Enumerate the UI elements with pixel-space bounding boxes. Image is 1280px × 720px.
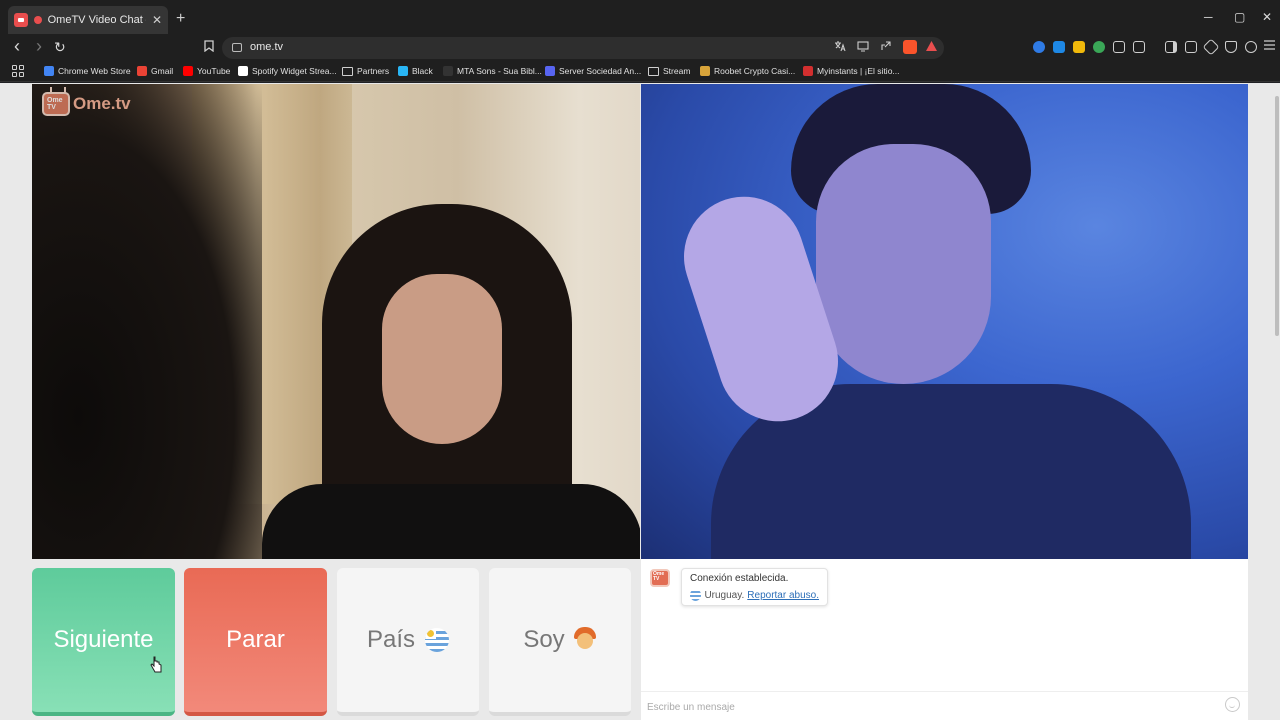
binance-extension-icon[interactable] bbox=[1073, 41, 1085, 53]
back-button[interactable]: ‹ bbox=[14, 36, 20, 57]
partner-country: Uruguay. bbox=[704, 589, 745, 601]
message-input[interactable] bbox=[647, 698, 1207, 716]
extension-3-icon[interactable] bbox=[1093, 41, 1105, 53]
bookmark-favicon-icon bbox=[398, 66, 408, 76]
bookmark-label: Chrome Web Store bbox=[58, 66, 131, 76]
bookmark-label: Myinstants | ¡El sitio... bbox=[817, 66, 900, 76]
recording-indicator-icon bbox=[33, 16, 42, 24]
bookmark-label: Roobet Crypto Casi... bbox=[714, 66, 796, 76]
bookmark-favicon-icon bbox=[183, 66, 193, 76]
extensions-puzzle-icon[interactable] bbox=[1113, 41, 1125, 53]
menu-icon[interactable] bbox=[1264, 39, 1275, 54]
bookmark-item[interactable]: Stream bbox=[648, 66, 690, 76]
bookmark-label: Black bbox=[412, 66, 433, 76]
bookmark-item[interactable]: Chrome Web Store bbox=[44, 66, 131, 76]
uruguay-flag-icon bbox=[425, 628, 450, 652]
bookmark-label: Stream bbox=[663, 66, 691, 76]
tab-strip: OmeTV Video Chat — Omegl ✕ + ─ ▢ ✕ bbox=[0, 0, 1280, 36]
bookmark-item[interactable]: Spotify Widget Strea... bbox=[238, 66, 337, 76]
translate-icon[interactable] bbox=[834, 40, 846, 55]
new-tab-button[interactable]: + bbox=[176, 10, 185, 28]
bookmark-item[interactable]: Roobet Crypto Casi... bbox=[700, 66, 795, 76]
gender-select-button[interactable]: Soy bbox=[489, 568, 631, 716]
tv-logo-icon: Ome TV bbox=[42, 92, 70, 116]
bookmark-item[interactable]: MTA Sons - Sua Bibl... bbox=[443, 66, 542, 76]
bookmark-favicon-icon bbox=[803, 66, 813, 76]
bookmark-label: Server Sociedad An... bbox=[559, 66, 642, 76]
site-info-icon[interactable] bbox=[232, 43, 242, 52]
system-message: Conexión establecida. Uruguay. Reportar … bbox=[681, 568, 828, 606]
close-tab-icon[interactable]: ✕ bbox=[152, 13, 162, 27]
bookmark-icon[interactable] bbox=[204, 40, 214, 55]
brave-rewards-icon[interactable] bbox=[925, 40, 938, 55]
bookmark-label: Partners bbox=[357, 66, 390, 76]
bookmark-label: MTA Sons - Sua Bibl... bbox=[457, 66, 542, 76]
ometv-favicon-icon bbox=[14, 13, 28, 27]
minimize-button[interactable]: ─ bbox=[1204, 10, 1213, 24]
logo-text: Ome.tv bbox=[73, 94, 131, 113]
own-camera-video bbox=[32, 84, 640, 559]
bookmark-item[interactable]: Black bbox=[398, 66, 433, 76]
emoji-picker-icon[interactable] bbox=[1225, 697, 1240, 712]
next-button[interactable]: Siguiente bbox=[32, 568, 175, 716]
report-abuse-link[interactable]: Reportar abuso. bbox=[747, 590, 819, 601]
country-button-label: País bbox=[366, 626, 416, 653]
address-url: ome.tv bbox=[250, 41, 284, 53]
leo-ai-icon[interactable] bbox=[1202, 38, 1220, 56]
ometv-logo: Ome TV Ome.tv bbox=[42, 92, 131, 116]
profile-icon[interactable] bbox=[1245, 41, 1257, 53]
bookmark-item[interactable]: Partners bbox=[342, 66, 389, 76]
male-avatar-icon bbox=[573, 627, 597, 653]
stop-button-label: Parar bbox=[226, 626, 285, 653]
mouse-pointer-icon bbox=[150, 656, 162, 673]
bookmark-favicon-icon bbox=[238, 66, 248, 76]
bookmark-label: YouTube bbox=[197, 66, 231, 76]
close-window-button[interactable]: ✕ bbox=[1262, 10, 1272, 24]
forward-button[interactable]: › bbox=[36, 36, 42, 57]
share-icon[interactable] bbox=[880, 40, 892, 55]
partner-video bbox=[641, 84, 1248, 559]
bookmark-favicon-icon bbox=[443, 66, 453, 76]
folder-icon bbox=[648, 66, 659, 76]
reload-button[interactable]: ↻ bbox=[54, 39, 66, 56]
next-button-label: Siguiente bbox=[53, 626, 154, 653]
extension-4-icon[interactable] bbox=[1133, 41, 1145, 53]
bookmark-favicon-icon bbox=[545, 66, 555, 76]
maximize-button[interactable]: ▢ bbox=[1234, 10, 1245, 24]
bookmark-favicon-icon bbox=[44, 66, 54, 76]
bookmark-item[interactable]: Server Sociedad An... bbox=[545, 66, 641, 76]
scrollbar-thumb[interactable] bbox=[1275, 96, 1279, 336]
apps-grid-icon[interactable] bbox=[12, 65, 24, 77]
wallet-icon[interactable] bbox=[1185, 41, 1197, 53]
bookmark-favicon-icon bbox=[700, 66, 710, 76]
sidebar-toggle-icon[interactable] bbox=[1165, 41, 1177, 53]
browser-tab[interactable]: OmeTV Video Chat — Omegl ✕ bbox=[8, 6, 168, 34]
uruguay-mini-flag-icon bbox=[690, 589, 702, 601]
extension-2-icon[interactable] bbox=[1053, 41, 1065, 53]
bookmark-item[interactable]: Gmail bbox=[137, 66, 173, 76]
brave-shields-icon[interactable] bbox=[903, 40, 917, 54]
extension-1-icon[interactable] bbox=[1033, 41, 1045, 53]
browser-toolbar: ‹ › ↻ ome.tv bbox=[0, 36, 1280, 60]
connection-status: Conexión establecida. bbox=[690, 573, 789, 584]
bookmark-favicon-icon bbox=[137, 66, 147, 76]
bookmark-label: Gmail bbox=[151, 66, 174, 76]
bookmark-item[interactable]: Myinstants | ¡El sitio... bbox=[803, 66, 900, 76]
chat-input-bar bbox=[641, 691, 1248, 720]
gender-button-label: Soy bbox=[523, 626, 565, 653]
tab-title: OmeTV Video Chat — Omegl bbox=[47, 14, 146, 26]
cast-icon[interactable] bbox=[857, 40, 869, 55]
country-filter-button[interactable]: País bbox=[337, 568, 479, 716]
folder-icon bbox=[342, 66, 353, 76]
bookmark-label: Spotify Widget Strea... bbox=[252, 66, 337, 76]
vpn-shield-icon[interactable] bbox=[1225, 41, 1237, 53]
stop-button[interactable]: Parar bbox=[184, 568, 327, 716]
bookmark-item[interactable]: YouTube bbox=[183, 66, 230, 76]
chat-logo-icon: Ome TV bbox=[650, 569, 670, 587]
